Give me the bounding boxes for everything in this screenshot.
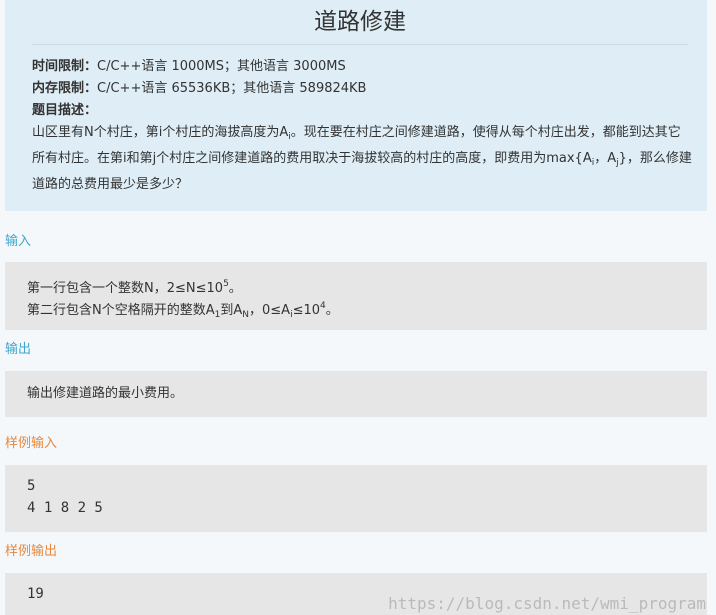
- sample-input-box: 5 4 1 8 2 5: [5, 465, 707, 532]
- sample-output-label: 样例输出: [5, 544, 58, 559]
- sample-input-line-2: 4 1 8 2 5: [27, 500, 103, 516]
- input-line-2-text: ≤10: [292, 303, 321, 318]
- output-text: 输出修建道路的最小费用。: [27, 386, 184, 401]
- problem-title: 道路修建: [314, 9, 406, 35]
- description-part: ，A: [594, 151, 617, 166]
- description-heading: 题目描述：: [32, 101, 97, 121]
- input-line-1-text: 第一行包含一个整数N，2≤N≤10: [27, 281, 224, 296]
- time-limit-value: C/C++语言 1000MS；其他语言 3000MS: [97, 59, 346, 74]
- input-line-2: 第二行包含N个空格隔开的整数A1到AN，0≤Ai≤104。: [27, 295, 339, 326]
- sample-output-value: 19: [27, 586, 44, 602]
- input-line-1-end: 。: [228, 281, 242, 296]
- watermark: https://blog.csdn.net/wmi_program: [388, 594, 706, 613]
- input-line-2-text: 第二行包含N个空格隔开的整数A: [27, 303, 215, 318]
- output-section-box: 输出修建道路的最小费用。: [5, 371, 707, 417]
- problem-page: 道路修建 时间限制：C/C++语言 1000MS；其他语言 3000MS 内存限…: [0, 0, 716, 615]
- input-section-box: 第一行包含一个整数N，2≤N≤105。 第二行包含N个空格隔开的整数A1到AN，…: [5, 262, 707, 330]
- time-limit: 时间限制：C/C++语言 1000MS；其他语言 3000MS: [32, 57, 346, 77]
- memory-limit: 内存限制：C/C++语言 65536KB；其他语言 589824KB: [32, 79, 366, 99]
- input-line-2-text: 到A: [220, 303, 243, 318]
- input-line-2-end: 。: [325, 303, 339, 318]
- input-line-2-text: ，0≤A: [249, 303, 291, 318]
- time-limit-label: 时间限制：: [32, 59, 98, 74]
- description-part: 山区里有N个村庄，第i个村庄的海拔高度为A: [32, 125, 289, 140]
- input-line-2-sub: N: [242, 310, 249, 320]
- sample-input-label: 样例输入: [5, 436, 58, 451]
- output-section-label: 输出: [5, 342, 32, 357]
- memory-limit-label: 内存限制：: [32, 81, 98, 96]
- problem-description: 山区里有N个村庄，第i个村庄的海拔高度为Ai。现在要在村庄之间修建道路，使得从每…: [32, 122, 692, 196]
- title-divider: [32, 44, 688, 45]
- description-label: 题目描述：: [32, 103, 98, 118]
- input-section-label: 输入: [5, 234, 32, 249]
- sample-input-line-1: 5: [27, 478, 36, 494]
- problem-header: 道路修建 时间限制：C/C++语言 1000MS；其他语言 3000MS 内存限…: [5, 0, 707, 211]
- memory-limit-value: C/C++语言 65536KB；其他语言 589824KB: [97, 81, 367, 96]
